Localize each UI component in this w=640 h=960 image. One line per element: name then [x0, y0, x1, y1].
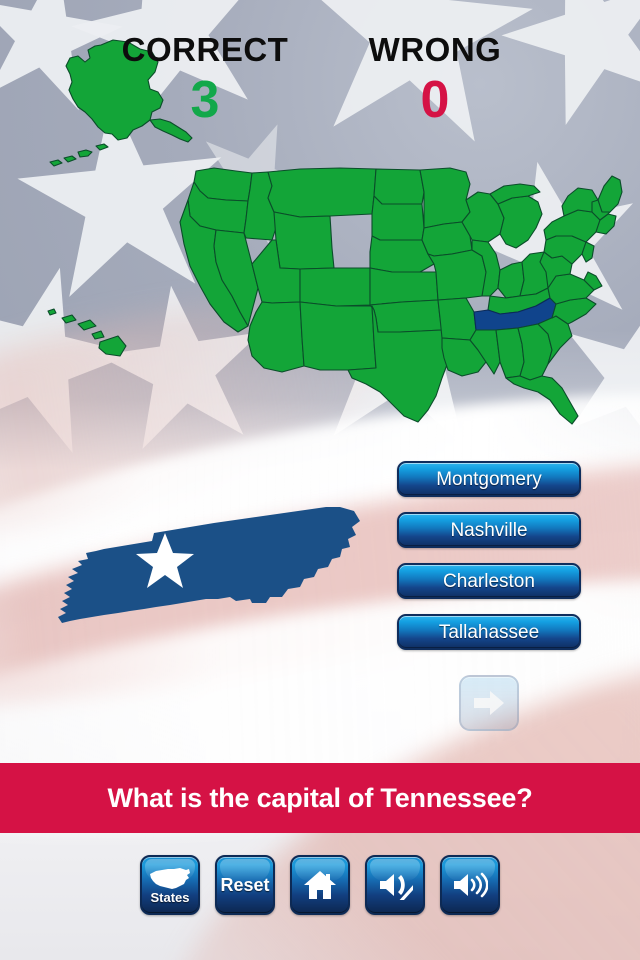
mute-button[interactable] [365, 855, 425, 915]
states-button[interactable]: States [140, 855, 200, 915]
score-header: CORRECT 3 WRONG 0 [0, 30, 640, 140]
answer-option-4[interactable]: Tallahassee [397, 614, 581, 650]
question-banner: What is the capital of Tennessee? [0, 763, 640, 833]
next-question-button[interactable] [459, 675, 519, 731]
question-text: What is the capital of Tennessee? [107, 782, 533, 813]
home-icon [304, 871, 336, 899]
reset-button[interactable]: Reset [215, 855, 275, 915]
states-button-label: States [150, 889, 190, 905]
correct-label: CORRECT [121, 31, 289, 68]
answer-option-2[interactable]: Nashville [397, 512, 581, 548]
wrong-label: WRONG [368, 31, 502, 68]
home-button[interactable] [290, 855, 350, 915]
correct-value: 3 [190, 71, 220, 129]
state-detail-shape [58, 507, 360, 623]
wrong-score: WRONG 0 [340, 30, 530, 140]
bottom-toolbar: States Reset [0, 845, 640, 925]
reset-button-label: Reset [220, 874, 270, 895]
arrow-right-icon [474, 691, 504, 715]
wrong-value: 0 [420, 71, 450, 129]
speaker-on-icon [454, 872, 488, 898]
speaker-mute-icon [380, 874, 413, 900]
correct-score: CORRECT 3 [110, 30, 300, 140]
answer-options: Montgomery Nashville Charleston Tallahas… [397, 461, 581, 665]
us-map-icon [150, 867, 190, 889]
tennessee-outline [58, 507, 360, 623]
sound-button[interactable] [440, 855, 500, 915]
app-root: CORRECT 3 WRONG 0 Montgomery Nashville C… [0, 0, 640, 960]
answer-option-3[interactable]: Charleston [397, 563, 581, 599]
answer-option-1[interactable]: Montgomery [397, 461, 581, 497]
